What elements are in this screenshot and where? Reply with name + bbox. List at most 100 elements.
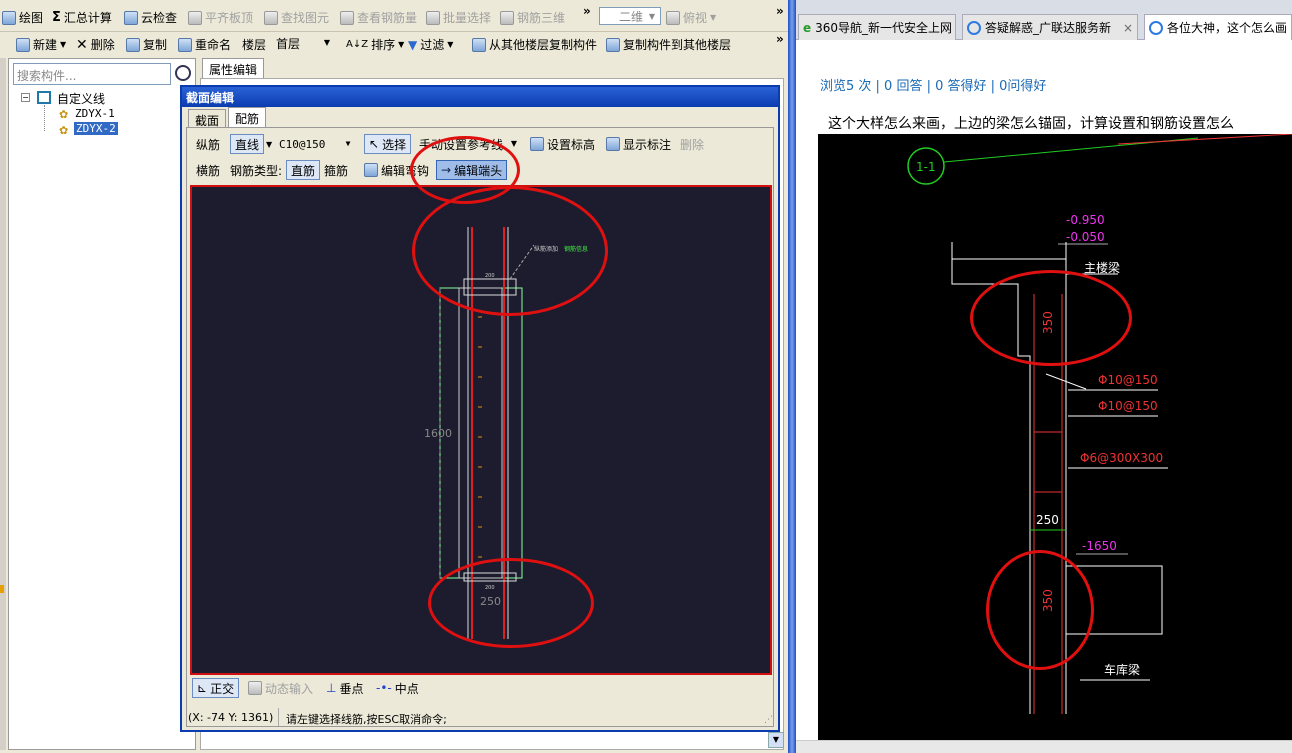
chevron-down-icon: ▼ [345,138,351,148]
longitudinal-label: 纵筋 [196,137,221,152]
rebar-spec-select[interactable]: C10@150 ▼ [276,135,356,153]
copy-button[interactable]: 复制 [126,36,167,53]
browser-window: e360导航_新一代安全上网× 答疑解惑_广联达服务新× 各位大神，这个怎么画 … [796,0,1292,753]
filter-button[interactable]: ▼ 过滤 ▼ [408,36,453,53]
section-mark: 1-1 [916,160,936,174]
folder-icon [37,91,51,104]
perpendicular-icon: ⊥ [326,681,337,695]
browser-tab[interactable]: 答疑解惑_广联达服务新 × [962,14,1138,40]
elevation-icon [530,137,544,151]
cloud-check-button[interactable]: 云检查 [124,9,177,26]
delete-button-disabled[interactable]: 删除 [676,134,708,154]
line-mode-button[interactable]: 直线 [230,134,265,154]
window-divider[interactable] [788,0,796,753]
rename-icon [178,37,192,52]
cloud-check-icon [124,10,138,25]
width-label: 250 [1036,513,1059,527]
ie-icon [1149,20,1163,35]
rebar-type-label: 钢筋类型: [230,163,283,178]
view-rebar-button[interactable]: 查看钢筋量 [340,9,417,26]
delete-button[interactable]: ✕ 删除 [76,36,115,53]
draw-button[interactable]: 绘图 [2,9,43,26]
show-marks-button[interactable]: 显示标注 [602,134,675,154]
rebar2-label: Φ10@150 [1098,399,1158,413]
midpoint-toggle[interactable]: -•- 中点 [372,678,423,698]
resize-grip-icon[interactable]: ⋰ [764,715,773,725]
browser-tab[interactable]: e360导航_新一代安全上网× [798,14,956,40]
draw-icon [2,10,16,25]
annotation-circle [986,550,1094,670]
batch-select-button[interactable]: 批量选择 [426,9,491,26]
elev-top1: -0.950 [1066,213,1105,227]
rename-button[interactable]: 重命名 [178,36,231,53]
toolbar-more[interactable]: » [583,4,591,18]
gear-icon: ✿ [59,124,69,137]
copy-from-floor-icon [472,37,486,52]
dynamic-input-toggle[interactable]: 动态输入 [244,678,317,698]
copy-to-floor-icon [606,37,620,52]
view-angle-button[interactable]: 俯视 ▼ [666,9,716,26]
rebar-3d-button[interactable]: 钢筋三维 [500,9,565,26]
browser-tab-active[interactable]: 各位大神，这个怎么画 [1144,14,1292,40]
tab-section[interactable]: 截面 [188,109,227,129]
stirrup-button[interactable]: 箍筋 [320,160,352,180]
ortho-icon: ⊾ [197,681,208,695]
coords-readout: (X: -74 Y: 1361) [188,711,274,724]
find-element-button[interactable]: 查找图元 [264,9,329,26]
copy-to-floor-button[interactable]: 复制构件到其他楼层 [606,36,731,53]
tree-item[interactable]: ZDYX-1 [75,107,115,120]
summary-calc-button[interactable]: Σ 汇总计算 [52,9,112,26]
straight-rebar-button[interactable]: 直筋 [286,160,321,180]
scroll-down-icon[interactable]: ▼ [768,732,784,748]
rebar3-label: Φ6@300X300 [1080,451,1163,465]
align-top-button[interactable]: 平齐板顶 [188,9,253,26]
perpendicular-toggle[interactable]: ⊥ 垂点 [322,678,367,698]
dialog-title-bar[interactable]: 截面编辑 [182,87,778,107]
column-inner [458,287,503,579]
tree-item-selected[interactable]: ZDYX-2 [74,122,118,135]
chevron-down-icon: ▼ [510,138,518,148]
select-button[interactable]: ↖ 选择 [364,134,412,154]
dynamic-input-icon [248,681,262,695]
new-icon [16,37,30,52]
tree-expand-icon[interactable]: − [21,93,30,102]
question-stats: 浏览5 次 | 0 回答 | 0 答得好 | 0问得好 [820,79,1047,94]
tree-root[interactable]: 自定义线 [57,90,105,107]
ortho-toggle[interactable]: ⊾ 正交 [192,678,240,698]
midpoint-icon: -•- [376,681,392,695]
close-icon[interactable]: × [1123,21,1133,35]
tree-line [44,105,45,131]
toolbar2-more[interactable]: » [776,32,784,46]
search-input[interactable]: 搜索构件... [13,63,171,85]
copy-from-floor-button[interactable]: 从其他楼层复制构件 [472,36,597,53]
annotation-circle [428,558,594,648]
search-icon[interactable] [175,65,191,81]
batch-select-icon [426,10,440,25]
column-outline [439,287,523,579]
bend-icon [364,163,378,177]
line-mode-dropdown[interactable]: ▼ [262,134,276,154]
sigma-icon: Σ [52,10,61,25]
left-edge-strip [0,58,6,750]
view-angle-icon [666,10,680,25]
sort-icon: A↓Z [346,39,369,50]
rebar-3d-icon [500,10,514,25]
set-elevation-button[interactable]: 设置标高 [526,134,599,154]
toolbar-more-2[interactable]: » [776,4,784,18]
new-button[interactable]: 新建 ▼ [16,36,66,53]
gear-icon: ✿ [59,108,69,121]
browser-scrollbar[interactable] [796,740,1292,753]
annotation-circle [412,186,608,316]
view-mode-select[interactable]: 二维 ▼ [599,7,661,25]
left-edge-marker [0,585,4,593]
stirrup-ticks [478,316,482,558]
sort-button[interactable]: A↓Z 排序 ▼ [346,36,404,53]
tab-reinforcement[interactable]: 配筋 [228,107,267,127]
dim-height: 1600 [424,427,452,440]
tab-property-edit[interactable]: 属性编辑 [202,58,265,78]
find-element-icon [264,10,278,25]
chevron-down-icon: ▼ [648,11,656,21]
floor-select[interactable]: 首层 ▼ [273,34,335,52]
close-icon: ✕ [76,36,88,53]
elev-bottom: -1650 [1082,539,1117,553]
